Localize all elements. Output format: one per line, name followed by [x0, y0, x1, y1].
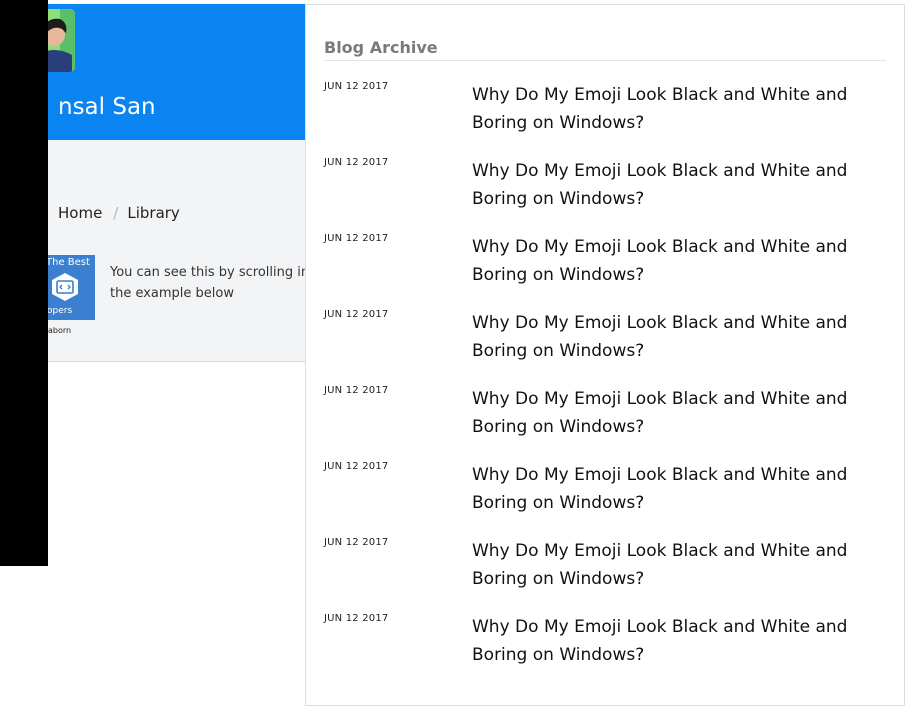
post-item: JUN 12 2017 Why Do My Emoji Look Black a…	[324, 613, 894, 689]
post-date: JUN 12 2017	[324, 537, 389, 548]
breadcrumb-separator: /	[113, 204, 119, 222]
post-item: JUN 12 2017 Why Do My Emoji Look Black a…	[324, 461, 894, 537]
user-photo-icon[interactable]	[48, 9, 75, 72]
post-title-link[interactable]: Why Do My Emoji Look Black and White and…	[472, 233, 892, 289]
black-overlay-strip	[0, 0, 48, 566]
post-title-link[interactable]: Why Do My Emoji Look Black and White and…	[472, 461, 892, 517]
post-date: JUN 12 2017	[324, 309, 389, 320]
post-item: JUN 12 2017 Why Do My Emoji Look Black a…	[324, 233, 894, 309]
featured-description: You can see this by scrolling in the exa…	[110, 265, 306, 301]
breadcrumb-library[interactable]: Library	[127, 204, 179, 222]
thumbnail-caption: n caborn	[48, 326, 72, 335]
post-date: JUN 12 2017	[324, 233, 389, 244]
breadcrumb: Home / Library	[58, 204, 180, 222]
featured-thumbnail[interactable]: The Best elopers	[48, 255, 95, 320]
post-item: JUN 12 2017 Why Do My Emoji Look Black a…	[324, 537, 894, 613]
post-date: JUN 12 2017	[324, 157, 389, 168]
profile-header: nsal San	[48, 4, 306, 140]
post-title-link[interactable]: Why Do My Emoji Look Black and White and…	[472, 385, 892, 441]
post-title-link[interactable]: Why Do My Emoji Look Black and White and…	[472, 157, 892, 213]
thumbnail-title-text: The Best	[48, 257, 90, 268]
user-name: nsal San	[58, 94, 156, 120]
post-date: JUN 12 2017	[324, 613, 389, 624]
profile-panel: nsal San Home / Library The Best elopers n…	[48, 4, 306, 362]
code-hexagon-icon	[50, 272, 80, 306]
blog-archive-panel: Blog Archive JUN 12 2017 Why Do My Emoji…	[305, 4, 905, 706]
post-item: JUN 12 2017 Why Do My Emoji Look Black a…	[324, 157, 894, 233]
post-title-link[interactable]: Why Do My Emoji Look Black and White and…	[472, 81, 892, 137]
breadcrumb-home[interactable]: Home	[58, 204, 102, 222]
post-date: JUN 12 2017	[324, 385, 389, 396]
post-date: JUN 12 2017	[324, 81, 389, 92]
post-item: JUN 12 2017 Why Do My Emoji Look Black a…	[324, 385, 894, 461]
post-item: JUN 12 2017 Why Do My Emoji Look Black a…	[324, 309, 894, 385]
thumbnail-subtitle-text: elopers	[48, 306, 73, 316]
post-item: JUN 12 2017 Why Do My Emoji Look Black a…	[324, 81, 894, 157]
post-title-link[interactable]: Why Do My Emoji Look Black and White and…	[472, 537, 892, 593]
post-title-link[interactable]: Why Do My Emoji Look Black and White and…	[472, 309, 892, 365]
post-date: JUN 12 2017	[324, 461, 389, 472]
archive-heading: Blog Archive	[324, 38, 886, 61]
post-title-link[interactable]: Why Do My Emoji Look Black and White and…	[472, 613, 892, 669]
